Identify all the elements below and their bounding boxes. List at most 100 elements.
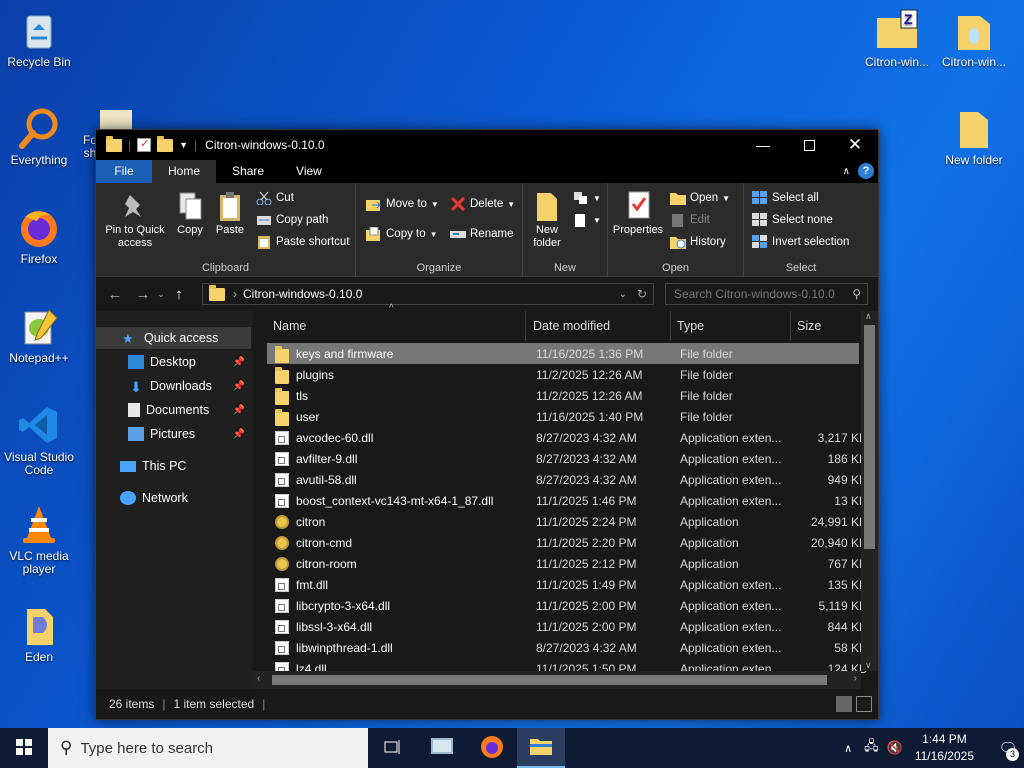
nav-network[interactable]: Network [96,487,251,509]
file-row[interactable]: avcodec-60.dll 8/27/2023 4:32 AM Applicati… [267,427,867,448]
volume-muted-icon[interactable]: 🔇 [887,740,903,756]
paste-shortcut-button[interactable]: Paste shortcut [256,235,350,249]
close-button[interactable]: ✕ [832,130,878,160]
select-none-button[interactable]: Select none [752,213,833,227]
tab-file[interactable]: File [96,160,152,183]
delete-button[interactable]: Delete ▼ [450,196,515,212]
breadcrumb-separator-icon[interactable]: › [233,287,237,301]
nav-documents[interactable]: Documents 📌 [96,399,251,421]
taskbar-search-input[interactable]: ⚲ Type here to search [48,728,368,768]
address-dropdown-icon[interactable]: ⌄ [619,289,627,300]
file-row[interactable]: avfilter-9.dll 8/27/2023 4:32 AM Applicati… [267,448,867,469]
edit-button[interactable]: Edit [670,213,710,227]
rename-button[interactable]: Rename [450,227,513,241]
pin-icon[interactable]: 📌 [233,357,245,368]
select-all-button[interactable]: Select all [752,191,819,205]
forward-arrow-icon[interactable]: → [132,286,154,303]
task-view-button[interactable] [368,728,416,768]
vertical-scroll-thumb[interactable] [864,325,875,549]
history-button[interactable]: History [670,235,726,249]
desktop-icon-notepadpp[interactable]: Notepad++ [1,304,77,365]
nav-downloads[interactable]: ⬇ Downloads 📌 [96,375,251,397]
nav-desktop[interactable]: Desktop 📌 [96,351,251,373]
search-input[interactable]: Search Citron-windows-0.10.0 ⚲ [665,283,868,305]
desktop-icon-new-folder[interactable]: New folder [936,106,1012,167]
easy-access-button[interactable]: ▼ [573,213,601,227]
pin-quick-access-button[interactable]: Pin to Quick access [100,191,170,250]
breadcrumb[interactable]: Citron-windows-0.10.0 [243,287,362,301]
copy-path-button[interactable]: Copy path [256,213,328,227]
title-bar[interactable]: | ✓ ▼ | Citron-windows-0.10.0 — ✕ [96,130,878,160]
file-row[interactable]: libcrypto-3-x64.dll 11/1/2025 2:00 PM Appl… [267,595,867,616]
file-row[interactable]: citron-cmd 11/1/2025 2:20 PM Application 20… [267,532,867,553]
file-explorer-window[interactable]: | ✓ ▼ | Citron-windows-0.10.0 — ✕ File H… [95,129,879,720]
paste-button[interactable]: Paste [212,191,248,237]
move-to-button[interactable]: Move to ▼ [366,197,439,211]
tab-home[interactable]: Home [152,160,217,183]
new-folder-button[interactable]: New folder [527,191,567,250]
pin-icon[interactable]: 📌 [233,381,245,392]
nav-pictures[interactable]: Pictures 📌 [96,423,251,445]
show-hidden-icons-icon[interactable]: ∧ [844,742,852,755]
desktop-icon-firefox[interactable]: Firefox [1,205,77,266]
refresh-icon[interactable]: ↻ [637,287,647,301]
scroll-up-icon[interactable]: ∧ [865,311,872,322]
desktop-icon-eden[interactable]: Eden [1,603,77,664]
minimize-button[interactable]: — [740,130,786,160]
pin-icon[interactable]: 📌 [233,429,245,440]
file-row[interactable]: tls 11/2/2025 12:26 AM File folder [267,385,859,406]
notification-center-button[interactable]: 🗨 3 [992,728,1024,768]
maximize-button[interactable] [786,130,832,160]
taskbar-app-file-explorer[interactable] [517,728,565,768]
clock[interactable]: 1:44 PM 11/16/2025 [915,731,974,765]
file-row[interactable]: citron 11/1/2025 2:24 PM Application 24,991… [267,511,867,532]
scroll-left-icon[interactable]: ‹ [257,673,260,684]
network-tray-icon[interactable]: 🖧 [864,737,879,759]
tab-share[interactable]: Share [216,160,280,183]
invert-selection-button[interactable]: Invert selection [752,235,849,249]
collapse-ribbon-icon[interactable]: ∧ [843,166,850,177]
file-row[interactable]: citron-room 11/1/2025 2:12 PM Application 7… [267,553,867,574]
column-header-date[interactable]: Date modified [527,311,671,341]
help-icon[interactable]: ? [858,163,874,179]
nav-this-pc[interactable]: This PC [96,455,251,477]
nav-quick-access[interactable]: ★ Quick access [96,327,251,349]
vertical-scrollbar[interactable]: ∧ ∨ [861,311,878,671]
pin-icon[interactable]: 📌 [233,405,245,416]
start-button[interactable] [0,728,48,768]
details-view-icon[interactable] [836,696,852,712]
file-row[interactable]: plugins 11/2/2025 12:26 AM File folder [267,364,859,385]
copy-to-button[interactable]: Copy to ▼ [366,226,438,241]
open-button[interactable]: Open ▼ [670,191,730,205]
desktop-icon-recycle-bin[interactable]: Recycle Bin [1,8,77,69]
file-row[interactable]: libwinpthread-1.dll 8/27/2023 4:32 AM Appl… [267,637,867,658]
taskbar-app-firefox[interactable] [468,728,516,768]
new-folder-icon[interactable] [157,135,174,152]
desktop-icon-citron-folder[interactable]: Citron-win... [936,8,1012,69]
file-row[interactable]: keys and firmware 11/16/2025 1:36 PM File … [267,343,859,364]
customize-qat-icon[interactable]: ▼ [179,140,188,150]
desktop-icon-everything[interactable]: Everything [1,106,77,167]
cut-button[interactable]: Cut [256,191,294,206]
file-row[interactable]: avutil-58.dll 8/27/2023 4:32 AM Applicatio… [267,469,867,490]
up-arrow-icon[interactable]: ↑ [168,286,190,303]
large-icons-view-icon[interactable] [856,696,872,712]
column-header-type[interactable]: Type [671,311,791,341]
column-header-size[interactable]: Size [791,311,861,341]
file-row[interactable]: libssl-3-x64.dll 11/1/2025 2:00 PM Applica… [267,616,867,637]
desktop-icon-vscode[interactable]: Visual Studio Code [1,403,77,477]
horizontal-scroll-thumb[interactable] [272,675,827,685]
properties-button[interactable]: Properties [610,191,666,237]
desktop-icon-citron-zip[interactable]: Z Citron-win... [859,8,935,69]
file-row[interactable]: boost_context-vc143-mt-x64-1_87.dll 11/1/… [267,490,867,511]
address-box[interactable]: › Citron-windows-0.10.0 ⌄ ↻ [202,283,654,305]
properties-check-icon[interactable]: ✓ [137,138,152,152]
column-header-name[interactable]: Name [267,311,526,341]
recent-locations-icon[interactable]: ⌄ [154,289,168,300]
desktop-icon-vlc[interactable]: VLC media player [1,502,77,576]
file-row[interactable]: fmt.dll 11/1/2025 1:49 PM Application exte… [267,574,867,595]
back-arrow-icon[interactable]: ← [104,286,126,303]
new-item-button[interactable]: ▼ [573,191,601,205]
copy-button[interactable]: Copy [172,191,208,237]
horizontal-scrollbar[interactable]: ‹ › [253,671,861,689]
